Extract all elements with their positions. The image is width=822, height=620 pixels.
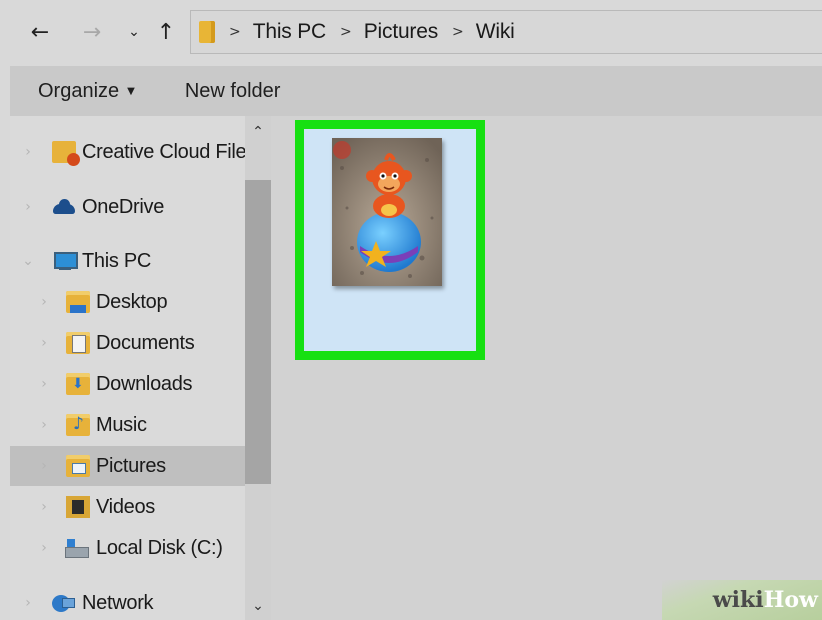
sidebar-item-local-disk[interactable]: › Local Disk (C:) [10, 528, 246, 568]
breadcrumb-this-pc[interactable]: This PC [253, 20, 326, 44]
sidebar-item-this-pc[interactable]: ⌄ This PC [10, 241, 246, 281]
sidebar-item-documents[interactable]: › Documents [10, 323, 246, 363]
image-thumbnail [332, 138, 442, 286]
sidebar-item-creative-cloud-files[interactable]: › Creative Cloud Files [10, 132, 256, 172]
sidebar-item-label: Documents [96, 332, 195, 354]
watermark-how: How [763, 587, 818, 613]
breadcrumb-separator-icon[interactable]: > [229, 24, 241, 40]
sidebar-item-downloads[interactable]: › Downloads [10, 364, 246, 404]
new-folder-button[interactable]: New folder [185, 80, 281, 103]
navigation-pane: › Creative Cloud Files › OneDrive ⌄ This… [10, 116, 270, 620]
back-button[interactable]: ← [26, 14, 54, 50]
chevron-right-icon[interactable]: › [20, 187, 36, 227]
arrow-right-icon: → [82, 19, 102, 45]
toy-figure-image [332, 138, 442, 286]
navigation-pane-scrollbar[interactable]: ⌃ ⌄ [245, 116, 271, 620]
file-list-area[interactable]: wiki How [271, 116, 822, 620]
chevron-down-icon: ⌄ [252, 598, 264, 614]
sidebar-item-label: This PC [82, 250, 152, 272]
documents-folder-icon [66, 332, 90, 354]
image-file-tile[interactable] [295, 120, 485, 360]
scrollbar-thumb[interactable] [245, 180, 271, 484]
chevron-right-icon[interactable]: › [36, 446, 52, 486]
up-button[interactable]: ↑ [152, 14, 180, 50]
chevron-right-icon[interactable]: › [36, 487, 52, 527]
wikihow-watermark: wiki How [662, 580, 822, 620]
chevron-right-icon[interactable]: › [36, 528, 52, 568]
breadcrumb-separator-icon[interactable]: > [452, 24, 464, 40]
creative-cloud-folder-icon [52, 141, 80, 166]
sidebar-item-label: Videos [96, 496, 155, 518]
downloads-folder-icon [66, 373, 90, 395]
network-icon [50, 592, 75, 614]
computer-icon [52, 250, 78, 272]
chevron-down-icon: ⌄ [128, 24, 140, 40]
scroll-up-button[interactable]: ⌃ [245, 118, 271, 146]
chevron-right-icon[interactable]: › [36, 323, 52, 363]
recent-locations-button[interactable]: ⌄ [120, 14, 148, 50]
chevron-right-icon[interactable]: › [36, 405, 52, 445]
navigation-bar: ← → ⌄ ↑ > This PC > Pictures > Wiki [0, 0, 822, 64]
chevron-right-icon[interactable]: › [20, 132, 36, 172]
chevron-up-icon: ⌃ [252, 124, 264, 140]
caret-down-icon: ▼ [127, 85, 135, 97]
sidebar-item-label: Network [82, 592, 154, 614]
command-bar: Organize ▼ New folder [10, 66, 822, 116]
breadcrumb-pictures[interactable]: Pictures [364, 20, 438, 44]
chevron-right-icon[interactable]: › [20, 583, 36, 620]
arrow-up-icon: ↑ [156, 19, 176, 45]
sidebar-item-label: Creative Cloud Files [82, 141, 257, 163]
sidebar-item-onedrive[interactable]: › OneDrive [10, 187, 246, 227]
folder-icon [199, 21, 215, 43]
onedrive-icon [52, 196, 76, 218]
sidebar-item-music[interactable]: › Music [10, 405, 246, 445]
organize-button[interactable]: Organize ▼ [38, 80, 135, 103]
chevron-right-icon[interactable]: › [36, 282, 52, 322]
sidebar-item-desktop[interactable]: › Desktop [10, 282, 246, 322]
sidebar-item-label: Downloads [96, 373, 193, 395]
local-disk-icon [64, 537, 89, 559]
breadcrumb-wiki[interactable]: Wiki [476, 20, 515, 44]
sidebar-item-network[interactable]: › Network [10, 583, 246, 620]
organize-label: Organize [38, 79, 120, 102]
sidebar-item-label: Music [96, 414, 147, 436]
breadcrumb-separator-icon[interactable]: > [340, 24, 352, 40]
chevron-right-icon[interactable]: › [36, 364, 52, 404]
sidebar-item-pictures[interactable]: › Pictures [10, 446, 246, 486]
watermark-wiki: wiki [712, 587, 764, 613]
scroll-down-button[interactable]: ⌄ [245, 592, 271, 620]
sidebar-item-label: Pictures [96, 455, 166, 477]
forward-button[interactable]: → [78, 14, 106, 50]
chevron-down-icon[interactable]: ⌄ [20, 241, 36, 281]
address-bar[interactable]: > This PC > Pictures > Wiki [190, 10, 822, 54]
videos-folder-icon [66, 496, 90, 518]
sidebar-item-videos[interactable]: › Videos [10, 487, 246, 527]
new-folder-label: New folder [184, 79, 281, 102]
pictures-folder-icon [66, 455, 90, 477]
music-folder-icon [66, 414, 90, 436]
sidebar-item-label: OneDrive [82, 196, 165, 218]
sidebar-item-label: Local Disk (C:) [96, 537, 223, 559]
sidebar-item-label: Desktop [96, 291, 168, 313]
arrow-left-icon: ← [30, 19, 50, 45]
desktop-folder-icon [66, 291, 90, 313]
